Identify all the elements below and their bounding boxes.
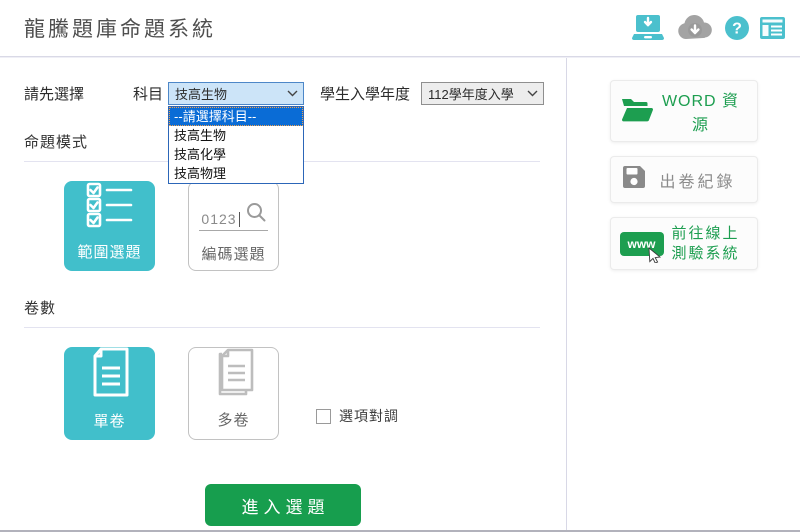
header-icons: ? — [630, 13, 786, 43]
help-icon[interactable]: ? — [724, 15, 750, 41]
single-paper-button[interactable]: 單卷 — [64, 347, 155, 440]
online-test-line1: 前往線上 — [664, 224, 748, 244]
dropdown-option-physics[interactable]: 技高物理 — [169, 164, 303, 183]
word-resources-label: WORD 資源 — [654, 87, 748, 135]
chevron-down-icon — [527, 90, 538, 97]
code-input-value: 0123 — [201, 211, 236, 227]
subject-label: 科目 — [133, 83, 163, 104]
year-label: 學生入學年度 — [320, 83, 410, 104]
code-selection-label: 編碼選題 — [201, 243, 265, 264]
text-caret — [239, 212, 240, 227]
chevron-down-icon — [287, 90, 298, 97]
multi-paper-label: 多卷 — [217, 409, 249, 430]
dropdown-option-placeholder[interactable]: --請選擇科目-- — [169, 107, 303, 126]
search-icon[interactable] — [246, 202, 266, 227]
subject-dropdown: --請選擇科目-- 技高生物 技高化學 技高物理 — [168, 106, 304, 184]
prompt-label: 請先選擇 — [24, 83, 84, 104]
single-document-icon — [89, 347, 131, 402]
dropdown-option-biology[interactable]: 技高生物 — [169, 126, 303, 145]
multi-paper-button[interactable]: 多卷 — [188, 347, 279, 440]
papers-heading: 卷數 — [24, 297, 566, 318]
code-input[interactable]: 0123 — [199, 202, 267, 231]
svg-text:?: ? — [732, 21, 742, 38]
subject-select[interactable]: 技高生物 --請選擇科目-- 技高生物 技高化學 技高物理 — [168, 82, 304, 105]
checklist-icon — [86, 182, 134, 233]
app-title: 龍騰題庫命題系統 — [24, 13, 216, 43]
multi-document-icon — [210, 344, 258, 401]
range-selection-label: 範圍選題 — [77, 241, 141, 262]
range-selection-button[interactable]: 範圍選題 — [64, 181, 155, 271]
cloud-download-icon[interactable] — [675, 13, 715, 43]
online-test-line2: 測驗系統 — [664, 244, 748, 264]
app-header: 龍騰題庫命題系統 ? — [0, 0, 800, 57]
dropdown-option-chemistry[interactable]: 技高化學 — [169, 145, 303, 164]
subject-select-value: 技高生物 — [175, 84, 227, 103]
single-paper-label: 單卷 — [93, 410, 125, 431]
online-test-button[interactable]: www 前往線上 測驗系統 — [610, 217, 758, 270]
folder-icon — [620, 95, 654, 128]
laptop-download-icon[interactable] — [630, 13, 666, 43]
papers-divider — [24, 327, 540, 328]
main-panel: 請先選擇 科目 技高生物 --請選擇科目-- 技高生物 技高化學 技高物理 學生… — [0, 57, 567, 530]
online-test-label: 前往線上 測驗系統 — [664, 224, 748, 263]
code-selection-button[interactable]: 0123 編碼選題 — [188, 181, 279, 271]
swap-options-label: 選項對調 — [339, 406, 399, 426]
swap-options-checkbox[interactable]: 選項對調 — [316, 406, 399, 426]
year-select-value: 112學年度入學 — [428, 84, 514, 103]
exam-list-icon[interactable] — [759, 16, 786, 40]
exam-records-label: 出卷紀錄 — [648, 168, 748, 192]
enter-selection-button[interactable]: 進入選題 — [205, 484, 361, 526]
sidebar: WORD 資源 出卷紀錄 www 前往線上 測驗系統 — [567, 57, 800, 530]
www-cursor-icon: www — [620, 232, 664, 256]
word-resources-button[interactable]: WORD 資源 — [610, 80, 758, 142]
exam-records-button[interactable]: 出卷紀錄 — [610, 156, 758, 203]
save-icon — [620, 163, 648, 196]
checkbox-icon[interactable] — [316, 409, 331, 424]
year-select[interactable]: 112學年度入學 — [421, 82, 544, 105]
